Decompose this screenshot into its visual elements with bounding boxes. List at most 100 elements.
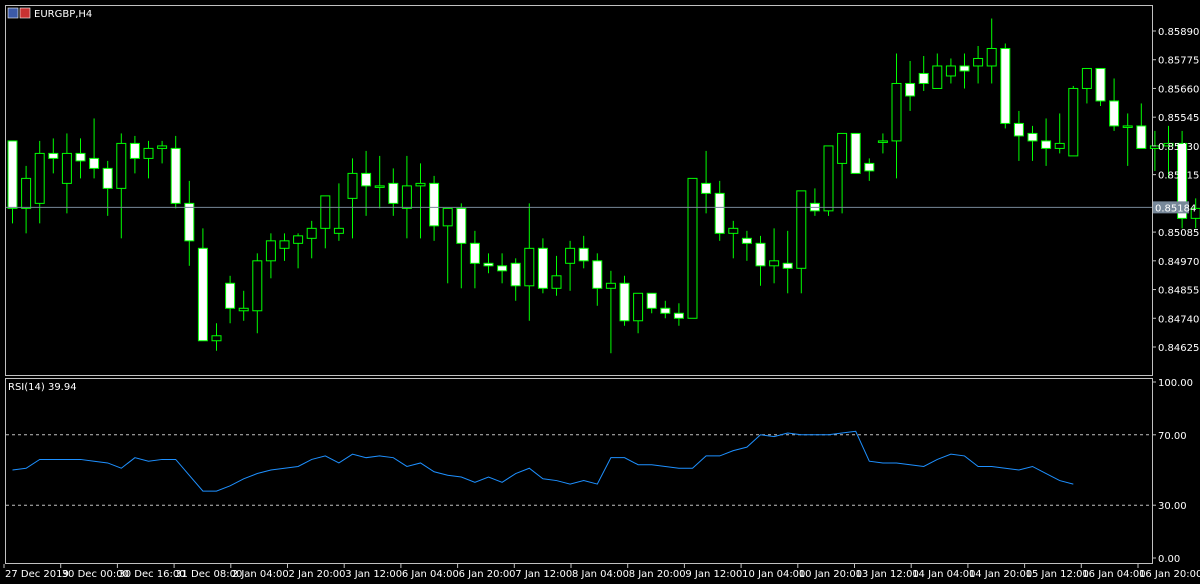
candle-body [714, 192, 725, 234]
candle-body [48, 152, 59, 159]
price-tick-label: 0.84855 [1158, 286, 1199, 297]
time-tick-label: 10 Jan 04:00 [742, 569, 805, 580]
candle-body [537, 247, 548, 289]
candle-body [524, 247, 535, 287]
candle-body [429, 182, 440, 227]
candle-body [592, 260, 603, 289]
candle-body [129, 142, 140, 159]
candle-body [442, 207, 453, 227]
candle-body [619, 282, 630, 322]
time-tick-label: 6 Jan 04:00 [402, 569, 459, 580]
candle-body [741, 237, 752, 244]
time-tick-label: 2 Jan 20:00 [289, 569, 346, 580]
candle-body [279, 240, 290, 249]
candle [1068, 85, 1079, 157]
time-tick-label: 16 Jan 20:00 [1139, 569, 1200, 580]
candle-body [89, 157, 100, 169]
candle-body [945, 65, 956, 77]
candle-body [565, 247, 576, 264]
candle-body [415, 182, 426, 187]
candle-body [1041, 140, 1052, 149]
candle-body [456, 207, 467, 244]
candle-body [796, 190, 807, 269]
time-tick-label: 8 Jan 04:00 [572, 569, 629, 580]
candle-body [633, 292, 644, 322]
candle-body [102, 167, 113, 189]
rsi-tick-label: 30.00 [1158, 501, 1187, 512]
candle-body [660, 307, 671, 314]
current-price-label: 0.85184 [1155, 203, 1196, 214]
candle-body [238, 307, 249, 312]
price-tick-label: 0.84740 [1158, 314, 1199, 325]
time-tick-label: 13 Jan 12:00 [856, 569, 919, 580]
candle-body [388, 182, 399, 204]
candle-body [932, 65, 943, 89]
candle-body [7, 140, 18, 209]
time-tick-label: 3 Jan 12:00 [345, 569, 402, 580]
candle-body [701, 182, 712, 194]
candle-body [34, 152, 45, 204]
candle [687, 177, 698, 319]
candle-body [21, 177, 32, 209]
time-tick-label: 16 Jan 04:00 [1082, 569, 1145, 580]
rsi-tick-label: 100.00 [1158, 378, 1193, 389]
candle-body [374, 185, 385, 188]
candle-body [361, 172, 372, 187]
candle-body [211, 335, 222, 342]
candle-body [510, 262, 521, 287]
candle-body [483, 262, 494, 267]
candle-body [782, 262, 793, 269]
time-tick-label: 8 Jan 20:00 [629, 569, 686, 580]
candle-body [551, 275, 562, 289]
candle-body [755, 242, 766, 267]
price-tick-label: 0.85890 [1158, 27, 1199, 38]
time-tick-label: 9 Jan 12:00 [685, 569, 742, 580]
time-tick-label: 27 Dec 2019 [5, 569, 69, 580]
candle-body [1054, 142, 1065, 149]
candle-body [1000, 47, 1011, 124]
candle-body [905, 82, 916, 97]
price-chart-canvas[interactable]: 0.85890 0.85775 0.85660 0.85545 0.85430 0.853… [0, 0, 1200, 584]
candle-body [469, 242, 480, 264]
time-tick-label: 7 Jan 12:00 [515, 569, 572, 580]
candle-body [293, 235, 304, 244]
symbol-flag-icon [19, 7, 31, 19]
price-tick-label: 0.85085 [1158, 228, 1199, 239]
candle-body [687, 177, 698, 319]
candle-body [891, 82, 902, 142]
time-tick-label: 10 Jan 20:00 [799, 569, 862, 580]
candle [850, 132, 861, 174]
price-tick-label: 0.84625 [1158, 343, 1199, 354]
candle-body [728, 227, 739, 234]
candle-body [605, 282, 616, 289]
rsi-tick-label: 0.00 [1158, 554, 1180, 565]
price-tick-label: 0.85775 [1158, 56, 1199, 67]
candle-body [973, 57, 984, 67]
candle-body [1027, 132, 1038, 142]
candle-body [265, 240, 276, 262]
time-tick-label: 14 Jan 04:00 [912, 569, 975, 580]
candle-body [61, 152, 72, 184]
candle-body [197, 247, 208, 342]
candle-body [769, 260, 780, 267]
candle-body [823, 145, 834, 212]
candle-body [864, 162, 875, 172]
candle-body [1013, 122, 1024, 137]
time-tick-label: 6 Jan 20:00 [459, 569, 516, 580]
candle-body [1136, 125, 1147, 149]
price-tick-label: 0.85545 [1158, 113, 1199, 124]
candle-body [837, 132, 848, 164]
candle-body [333, 227, 344, 234]
candle-body [225, 282, 236, 309]
candle-body [252, 260, 263, 312]
candle [1095, 67, 1106, 106]
candle-body [918, 72, 929, 84]
candle-body [401, 185, 412, 209]
candle-body [850, 132, 861, 174]
time-tick-label: 14 Jan 20:00 [969, 569, 1032, 580]
candle-body [1068, 87, 1079, 157]
candle-body [116, 142, 127, 189]
candle-body [673, 312, 684, 319]
rsi-tick-label: 70.00 [1158, 431, 1187, 442]
symbol-title: EURGBP,H4 [34, 9, 92, 20]
